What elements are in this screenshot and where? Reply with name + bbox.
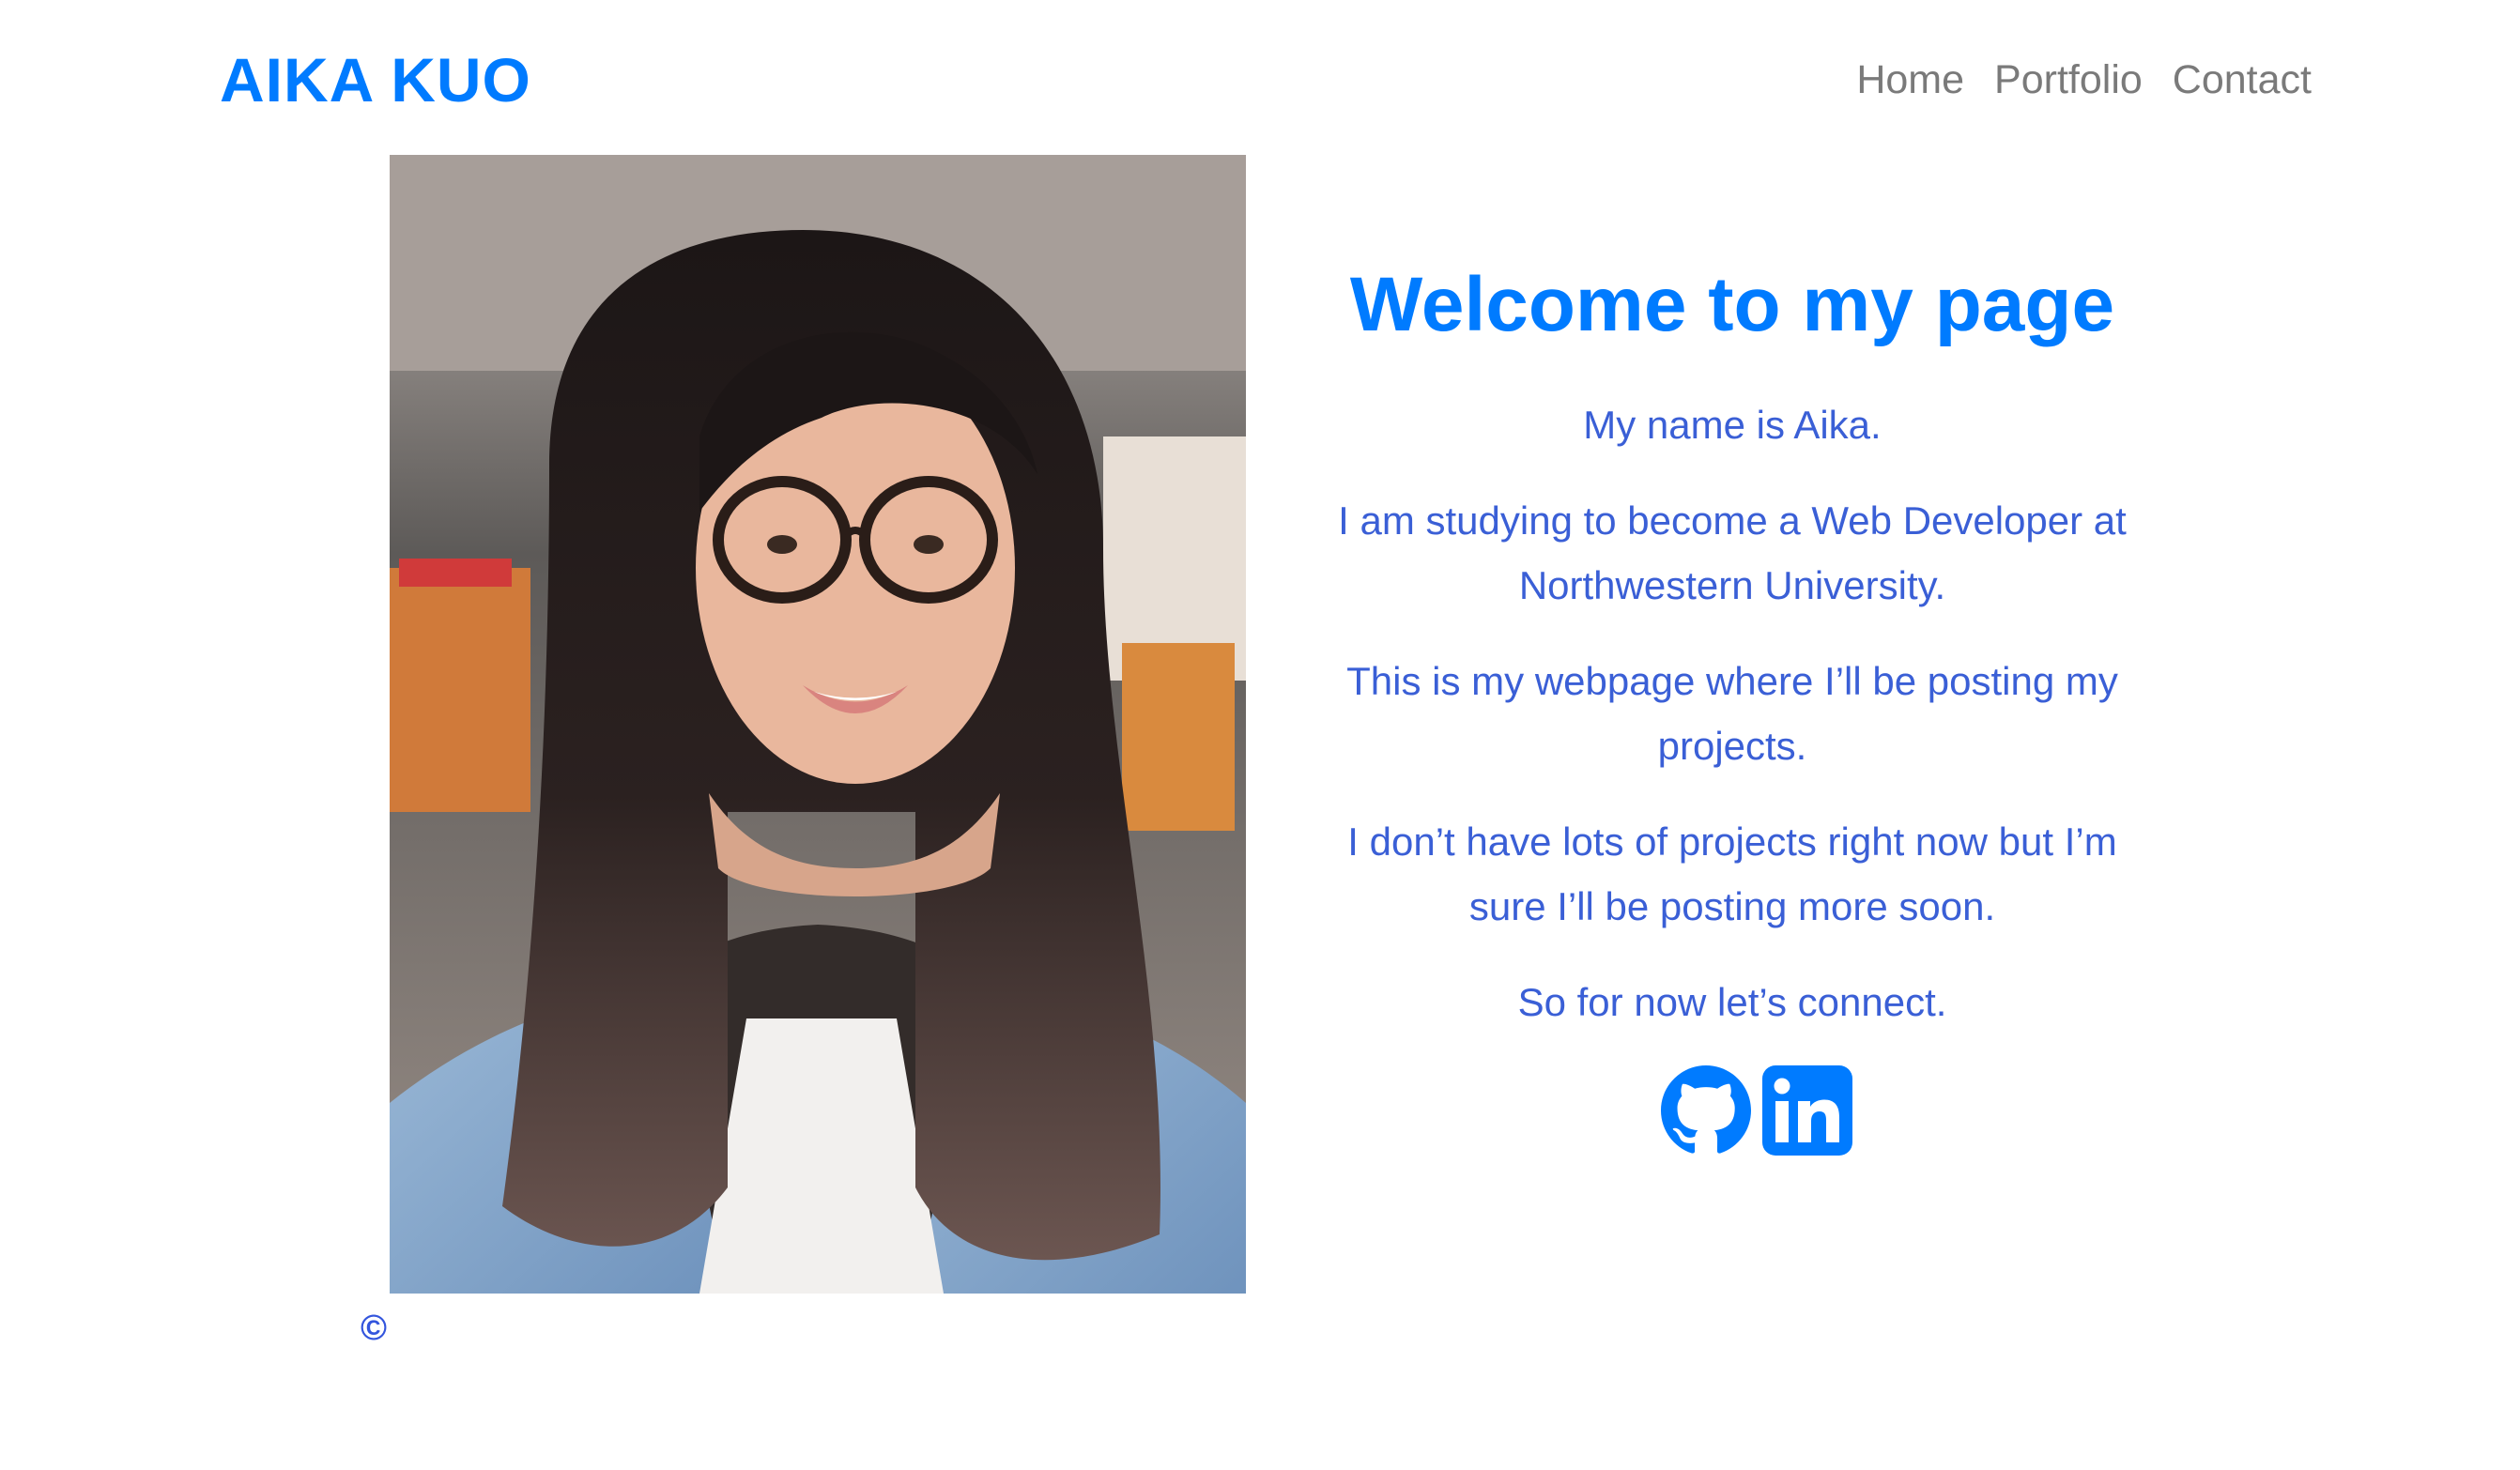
social-links xyxy=(1314,1065,2150,1156)
main-nav: Home Portfolio Contact xyxy=(1856,47,2312,113)
linkedin-link[interactable] xyxy=(1762,1065,1852,1156)
intro-paragraph-projects: I don’t have lots of projects right now … xyxy=(1347,819,2117,928)
welcome-heading: Welcome to my page xyxy=(1349,262,2115,347)
intro-paragraph-study: I am studying to become a Web Developer … xyxy=(1338,498,2127,607)
intro-paragraph-name: My name is Aika. xyxy=(1583,403,1882,447)
linkedin-icon xyxy=(1762,1065,1852,1156)
intro-paragraph-webpage: This is my webpage where I’ll be posting… xyxy=(1346,659,2118,768)
brand-logo-link[interactable]: AIKA KUO xyxy=(220,42,531,117)
github-icon xyxy=(1661,1065,1751,1154)
nav-contact-link[interactable]: Contact xyxy=(2173,47,2312,113)
intro-section: Welcome to my page My name is Aika. I am… xyxy=(1314,253,2150,1156)
nav-portfolio-link[interactable]: Portfolio xyxy=(1994,47,2143,113)
profile-photo xyxy=(390,155,1246,1294)
github-link[interactable] xyxy=(1661,1065,1751,1156)
intro-paragraph-connect: So for now let’s connect. xyxy=(1517,980,1947,1024)
nav-home-link[interactable]: Home xyxy=(1856,47,1964,113)
copyright-symbol: © xyxy=(361,1309,387,1348)
